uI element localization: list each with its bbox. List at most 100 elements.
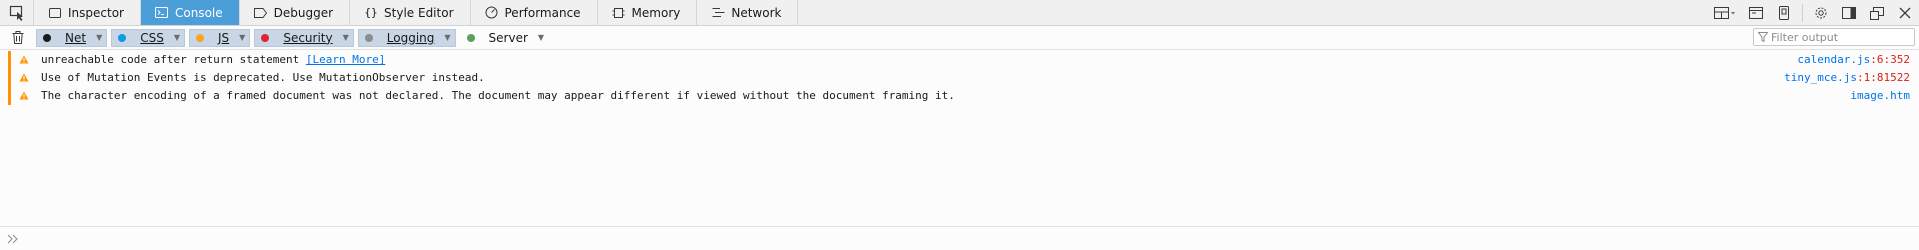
filter-button-css[interactable]: CSS ▼ <box>111 28 186 47</box>
dropdown-arrow-icon[interactable]: ▼ <box>239 33 245 42</box>
console-message: The character encoding of a framed docum… <box>0 87 1919 105</box>
scratchpad-button[interactable] <box>1742 0 1770 26</box>
toolbar-actions <box>1708 0 1919 26</box>
warning-icon <box>19 91 29 100</box>
filter-button-label: Server <box>488 30 528 45</box>
filter-color-dot <box>261 33 270 42</box>
console-input-line <box>0 226 1919 250</box>
filter-button-net[interactable]: Net ▼ <box>36 28 108 47</box>
filter-output-box[interactable] <box>1753 28 1915 46</box>
gear-icon <box>1815 7 1827 19</box>
close-icon <box>1899 7 1911 19</box>
tab-label: Inspector <box>68 5 124 20</box>
devtools-toolbar: Inspector Console Debugger {} Style Edit… <box>0 0 1919 26</box>
tab-label: Console <box>174 5 223 20</box>
tab-network[interactable]: Network <box>697 0 799 25</box>
source-line[interactable]: :1:81522 <box>1857 71 1910 84</box>
tab-label: Performance <box>504 5 581 20</box>
filter-button-label: Logging <box>386 30 435 45</box>
layout-icon <box>1714 7 1735 19</box>
toolbar-separator <box>1802 4 1803 22</box>
scratchpad-icon <box>1749 7 1763 19</box>
settings-button[interactable] <box>1807 0 1835 26</box>
dropdown-arrow-icon[interactable]: ▼ <box>444 33 450 42</box>
message-text: unreachable code after return statement … <box>41 53 385 66</box>
element-picker-icon <box>9 5 23 21</box>
console-output: unreachable code after return statement … <box>0 51 1919 226</box>
clear-output-button[interactable] <box>0 26 36 50</box>
source-file[interactable]: tiny_mce.js <box>1784 71 1857 84</box>
inspector-icon <box>48 6 62 20</box>
filter-button-label: Security <box>283 30 333 45</box>
filter-color-dot <box>43 33 51 42</box>
separate-window-icon <box>1870 6 1884 20</box>
dock-side-button[interactable] <box>1835 0 1863 26</box>
console-filter-bar: Net ▼ CSS ▼ JS ▼ Security ▼ Logging ▼ Server ▼ <box>0 26 1919 50</box>
warning-icon <box>19 73 29 82</box>
filter-button-label: Net <box>65 30 87 45</box>
filter-button-label: CSS <box>140 30 164 45</box>
warning-indicator-bar <box>8 51 11 69</box>
source-file[interactable]: image.htm <box>1850 89 1910 102</box>
responsive-layout-button[interactable] <box>1708 0 1742 26</box>
dropdown-arrow-icon[interactable]: ▼ <box>538 33 544 42</box>
dropdown-arrow-icon[interactable]: ▼ <box>96 33 102 42</box>
message-text: The character encoding of a framed docum… <box>41 89 955 102</box>
tab-label: Network <box>731 5 782 20</box>
message-body: The character encoding of a framed docum… <box>41 89 955 102</box>
message-source-link[interactable]: tiny_mce.js:1:81522 <box>1784 71 1910 84</box>
close-devtools-button[interactable] <box>1891 0 1919 26</box>
filter-button-label: JS <box>218 30 230 45</box>
tab-label: Debugger <box>273 5 334 20</box>
message-body: unreachable code after return statement <box>41 53 306 66</box>
style-editor-icon: {} <box>364 6 378 19</box>
filter-button-logging[interactable]: Logging ▼ <box>357 28 456 47</box>
dropdown-arrow-icon[interactable]: ▼ <box>343 33 349 42</box>
network-icon <box>711 6 725 20</box>
phone-icon <box>1779 6 1789 20</box>
prompt-chevron-icon <box>0 234 26 244</box>
filter-button-security[interactable]: Security ▼ <box>254 28 354 47</box>
console-message: Use of Mutation Events is deprecated. Us… <box>0 69 1919 87</box>
message-list: unreachable code after return statement … <box>0 51 1919 105</box>
tab-label: Memory <box>631 5 681 20</box>
warning-indicator-bar <box>8 87 11 105</box>
filter-color-dot <box>466 33 475 42</box>
filter-button-js[interactable]: JS ▼ <box>189 28 251 47</box>
message-source-link[interactable]: calendar.js:6:352 <box>1797 53 1910 66</box>
message-text: Use of Mutation Events is deprecated. Us… <box>41 71 485 84</box>
filter-button-server[interactable]: Server ▼ <box>460 29 550 47</box>
filter-buttons: Net ▼ CSS ▼ JS ▼ Security ▼ Logging ▼ Server ▼ <box>36 28 553 47</box>
console-icon <box>155 6 169 20</box>
source-file[interactable]: calendar.js <box>1797 53 1870 66</box>
tab-performance[interactable]: Performance <box>471 0 598 25</box>
memory-icon <box>612 6 626 20</box>
learn-more-link[interactable]: [Learn More] <box>306 53 385 66</box>
tab-label: Style Editor <box>384 5 454 20</box>
element-picker-button[interactable] <box>0 0 34 25</box>
warning-icon <box>19 55 29 64</box>
filter-color-dot <box>364 33 373 42</box>
tab-memory[interactable]: Memory <box>598 0 698 25</box>
dropdown-arrow-icon[interactable]: ▼ <box>174 33 180 42</box>
message-body: Use of Mutation Events is deprecated. Us… <box>41 71 485 84</box>
filter-color-dot <box>118 33 127 42</box>
debugger-icon <box>254 6 268 20</box>
performance-icon <box>485 6 499 20</box>
warning-indicator-bar <box>8 69 11 87</box>
tab-debugger[interactable]: Debugger <box>240 0 351 25</box>
trash-icon <box>12 31 24 44</box>
funnel-icon <box>1758 32 1768 42</box>
message-source-link[interactable]: image.htm <box>1850 89 1910 102</box>
console-message: unreachable code after return statement … <box>0 51 1919 69</box>
tab-inspector[interactable]: Inspector <box>34 0 141 25</box>
tab-console[interactable]: Console <box>140 0 240 25</box>
separate-window-button[interactable] <box>1863 0 1891 26</box>
console-input[interactable] <box>26 228 1919 249</box>
tab-style-editor[interactable]: {} Style Editor <box>350 0 471 25</box>
filter-output-input[interactable] <box>1771 30 1911 44</box>
source-line[interactable]: :6:352 <box>1870 53 1910 66</box>
dock-side-icon <box>1842 7 1856 19</box>
filter-color-dot <box>196 33 205 42</box>
responsive-mode-button[interactable] <box>1770 0 1798 26</box>
